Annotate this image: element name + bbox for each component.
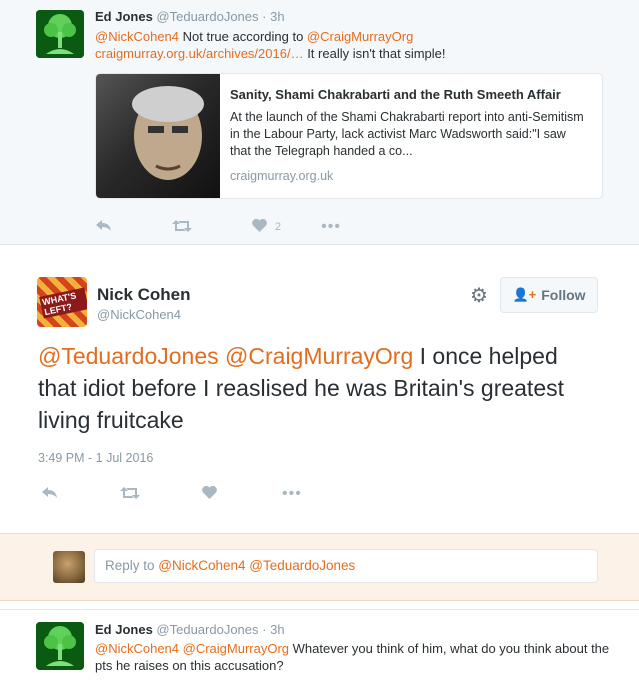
author-name[interactable]: Nick Cohen	[97, 285, 191, 305]
tweet-header: Ed Jones @TeduardoJones · 3h	[95, 622, 285, 637]
tweet-header: Ed Jones @TeduardoJones · 3h	[95, 9, 285, 24]
avatar[interactable]: WHAT'S LEFT?	[37, 277, 87, 327]
tweet-actions: 2 •••	[96, 218, 341, 236]
more-icon[interactable]: •••	[321, 218, 341, 236]
card-description: At the launch of the Shami Chakrabarti r…	[230, 110, 584, 158]
reply-input[interactable]: Reply to @NickCohen4 @TeduardoJones	[94, 549, 598, 583]
tweet-text: @TeduardoJones @CraigMurrayOrg I once he…	[38, 340, 598, 436]
like-icon[interactable]	[252, 218, 267, 235]
avatar[interactable]	[36, 622, 84, 670]
mention-link[interactable]: @NickCohen4	[95, 29, 179, 44]
card-title: Sanity, Shami Chakrabarti and the Ruth S…	[230, 87, 561, 102]
avatar	[53, 551, 85, 583]
tweet-ed-jones-top[interactable]: Ed Jones @TeduardoJones · 3h @NickCohen4…	[0, 0, 639, 245]
tree-icon	[36, 10, 84, 58]
retweet-icon[interactable]	[172, 219, 192, 235]
reply-composer: Reply to @NickCohen4 @TeduardoJones	[0, 533, 639, 601]
reply-placeholder: Reply to	[105, 558, 159, 573]
mention-link[interactable]: @CraigMurrayOrg	[225, 343, 413, 369]
tree-icon	[36, 622, 84, 670]
reply-icon[interactable]	[42, 486, 58, 502]
follow-button[interactable]: 👤+ Follow	[500, 277, 598, 313]
retweet-icon[interactable]	[120, 486, 140, 502]
tweet-text: @NickCohen4 Not true according to @Craig…	[95, 28, 615, 62]
follow-label: Follow	[541, 287, 586, 303]
mention-link[interactable]: @TeduardoJones	[38, 343, 219, 369]
like-count: 2	[275, 221, 282, 233]
card-image	[96, 74, 220, 198]
gear-icon[interactable]: ⚙	[468, 285, 490, 307]
mention-link[interactable]: @NickCohen4 @CraigMurrayOrg	[95, 641, 289, 656]
author-handle[interactable]: @TeduardoJones	[156, 622, 258, 637]
more-icon[interactable]: •••	[282, 485, 302, 503]
tweet-text-part: It really isn't that simple!	[303, 46, 446, 61]
reply-mentions: @NickCohen4 @TeduardoJones	[158, 558, 356, 573]
tweet-time[interactable]: · 3h	[262, 9, 284, 24]
reply-icon[interactable]	[96, 219, 111, 235]
follow-icon: 👤+	[512, 287, 537, 302]
author-handle[interactable]: @NickCohen4	[97, 307, 181, 322]
url-link[interactable]: craigmurray.org.uk/archives/2016/…	[95, 46, 304, 61]
author-name[interactable]: Ed Jones	[95, 9, 153, 24]
avatar[interactable]	[36, 10, 84, 58]
tweet-ed-jones-bottom[interactable]: Ed Jones @TeduardoJones · 3h @NickCohen4…	[0, 609, 639, 681]
tweet-timestamp[interactable]: 3:49 PM - 1 Jul 2016	[38, 451, 153, 465]
mention-link[interactable]: @CraigMurrayOrg	[307, 29, 413, 44]
link-card[interactable]: Sanity, Shami Chakrabarti and the Ruth S…	[95, 73, 603, 199]
author-handle[interactable]: @TeduardoJones	[156, 9, 258, 24]
card-domain: craigmurray.org.uk	[230, 169, 334, 183]
tweet-nick-cohen-main: WHAT'S LEFT? Nick Cohen @NickCohen4 ⚙ 👤+…	[0, 245, 639, 533]
tweet-actions: •••	[42, 485, 302, 503]
tweet-time[interactable]: · 3h	[262, 622, 284, 637]
like-icon[interactable]	[202, 485, 217, 502]
tweet-text: @NickCohen4 @CraigMurrayOrg Whatever you…	[95, 640, 615, 674]
author-name[interactable]: Ed Jones	[95, 622, 153, 637]
avatar-badge-text: WHAT'S LEFT?	[39, 287, 87, 319]
tweet-text-part: Not true according to	[179, 29, 307, 44]
